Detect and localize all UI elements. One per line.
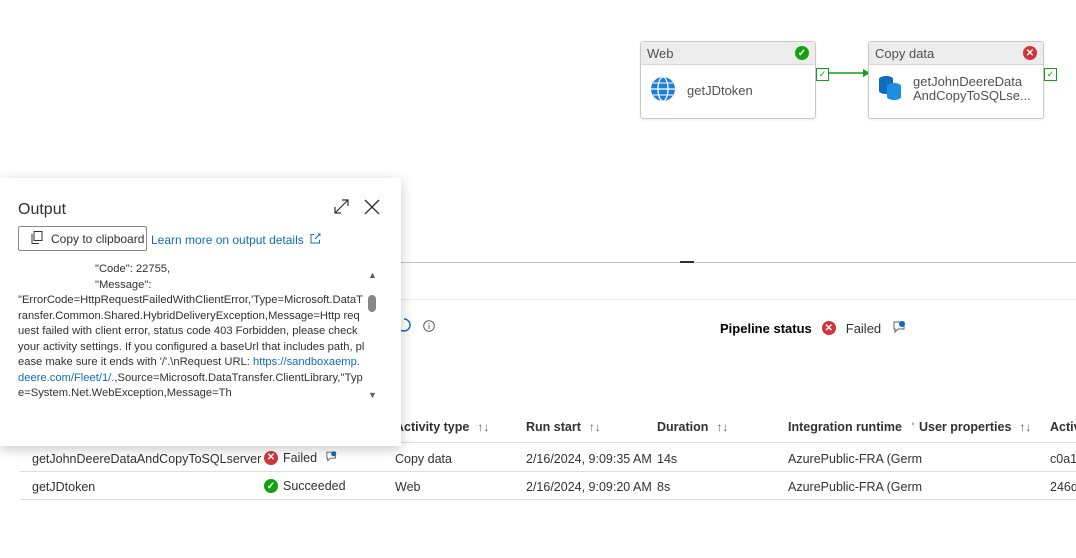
pipeline-status: Pipeline status ✕ Failed	[720, 320, 907, 336]
pipeline-status-value: Failed	[845, 320, 882, 336]
scrollbar-thumb[interactable]	[368, 295, 376, 312]
col-user-properties[interactable]: User properties ↑↓	[919, 420, 1031, 434]
copy-data-icon	[877, 73, 903, 104]
section-divider	[401, 299, 1076, 300]
col-activity-type[interactable]: Activity type ↑↓	[395, 420, 489, 434]
status-cell: ✕ Failed	[264, 450, 338, 465]
external-link-icon	[310, 233, 321, 247]
copy-activity-node[interactable]: Copy data ✕ getJohnDeereData AndCopyToSQ…	[868, 41, 1044, 119]
close-icon[interactable]	[364, 199, 380, 218]
activity-type-label: Copy data	[875, 45, 935, 61]
status-text: Succeeded	[283, 479, 346, 493]
row-divider	[20, 499, 1076, 500]
run-start-cell: 2/16/2024, 9:09:20 AM	[526, 480, 652, 494]
copy-icon	[31, 230, 43, 247]
success-output-port[interactable]: ✓	[816, 68, 829, 81]
learn-more-label: Learn more on output details	[151, 233, 304, 247]
col-label: Duration	[657, 420, 709, 434]
duration-cell: 14s	[657, 452, 678, 466]
globe-icon	[649, 75, 677, 106]
expand-icon[interactable]	[333, 198, 350, 218]
pane-splitter[interactable]	[401, 262, 1076, 263]
activity-name-cell[interactable]: getJohnDeereDataAndCopyToSQLserver	[32, 452, 261, 466]
col-label: Activi	[1050, 420, 1076, 434]
error-x-icon: ✕	[1023, 46, 1037, 60]
activity-type-cell: Web	[395, 480, 421, 494]
activity-id-cell: c0a1:	[1050, 452, 1076, 466]
feedback-icon[interactable]	[893, 320, 907, 336]
sort-icon[interactable]: '	[912, 420, 914, 434]
row-divider	[20, 471, 1076, 472]
activity-name: getJDtoken	[687, 83, 753, 98]
output-json[interactable]: "Code": 22755, "Message": "ErrorCode=Htt…	[18, 262, 365, 412]
error-x-icon: ✕	[264, 450, 278, 465]
pipeline-status-label: Pipeline status	[720, 320, 812, 336]
col-activity-id[interactable]: Activi	[1050, 420, 1076, 434]
scroll-down-arrow[interactable]: ▼	[368, 390, 377, 400]
learn-more-link[interactable]: Learn more on output details	[151, 233, 321, 247]
output-line: "Code": 22755,	[95, 263, 171, 275]
success-check-icon: ✓	[795, 46, 809, 60]
web-activity-node[interactable]: Web ✓ getJDtoken	[640, 41, 816, 119]
run-start-cell: 2/16/2024, 9:09:35 AM	[526, 452, 652, 466]
col-label: Run start	[526, 420, 581, 434]
sort-icon[interactable]: ↑↓	[1019, 420, 1031, 434]
duration-cell: 8s	[657, 480, 671, 494]
runtime-cell: AzurePublic-FRA (Germ	[788, 480, 923, 494]
copy-activity-header: Copy data ✕	[869, 42, 1043, 65]
copy-to-clipboard-button[interactable]: Copy to clipboard	[18, 226, 147, 251]
sort-icon[interactable]: ↑↓	[716, 420, 728, 434]
success-check-icon: ✓	[264, 479, 278, 493]
panel-title: Output	[18, 201, 67, 218]
runtime-cell: AzurePublic-FRA (Germ	[788, 452, 923, 466]
error-x-icon: ✕	[821, 321, 836, 335]
status-text: Failed	[283, 450, 318, 465]
col-label: Activity type	[395, 420, 470, 434]
sort-icon[interactable]: ↑↓	[477, 420, 489, 434]
copy-button-label: Copy to clipboard	[51, 231, 145, 246]
sort-icon[interactable]: ↑↓	[589, 420, 601, 434]
col-duration[interactable]: Duration ↑↓	[657, 420, 728, 434]
col-run-start[interactable]: Run start ↑↓	[526, 420, 601, 434]
info-icon[interactable]	[423, 320, 435, 335]
scroll-up-arrow[interactable]: ▲	[368, 270, 377, 280]
splitter-handle[interactable]	[680, 261, 694, 263]
dependency-arrow	[829, 69, 870, 77]
success-output-port[interactable]: ✓	[1044, 68, 1057, 81]
activity-name-line2: AndCopyToSQLse...	[913, 87, 1031, 103]
activity-type-label: Web	[647, 45, 674, 61]
output-panel: Output Copy to clipboard Learn more on o…	[0, 178, 401, 446]
col-label: User properties	[919, 420, 1012, 434]
activity-type-cell: Copy data	[395, 452, 452, 466]
output-line: "Message":	[95, 278, 152, 291]
status-cell: ✓ Succeeded	[264, 479, 346, 493]
web-activity-header: Web ✓	[641, 42, 815, 65]
col-label: Integration runtime	[788, 420, 902, 434]
col-integration-runtime[interactable]: Integration runtime '	[788, 420, 914, 434]
activity-name-cell[interactable]: getJDtoken	[32, 480, 95, 494]
feedback-icon[interactable]	[326, 450, 338, 465]
activity-id-cell: 246d	[1050, 480, 1076, 494]
output-scrollbar[interactable]: ▲ ▼	[365, 270, 379, 404]
activity-name-line1: getJohnDeereData	[913, 73, 1023, 89]
